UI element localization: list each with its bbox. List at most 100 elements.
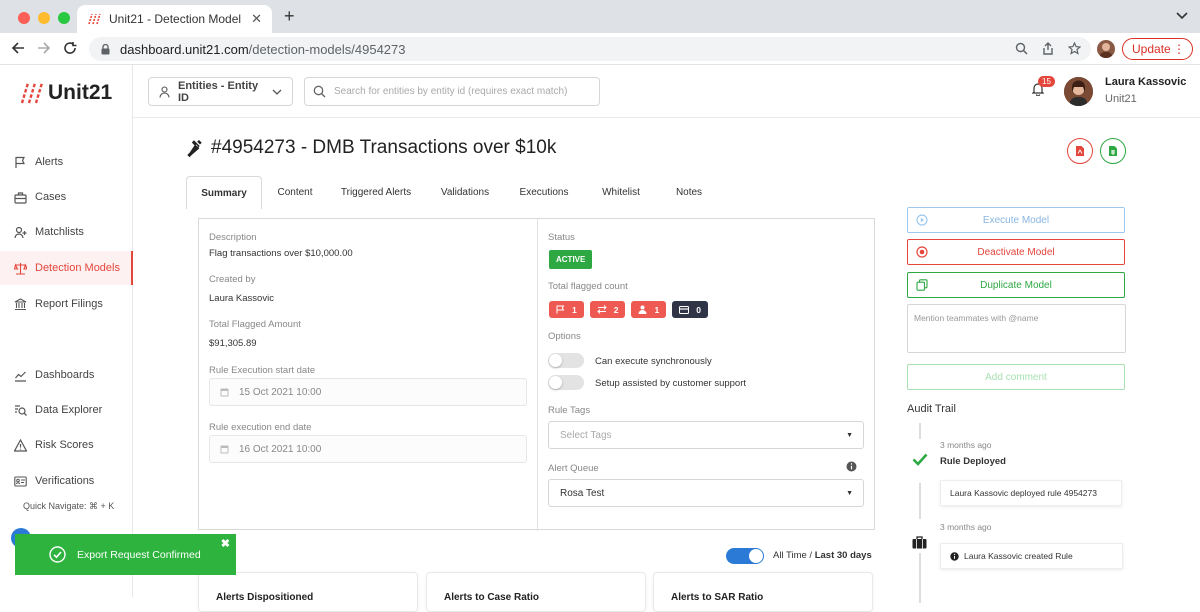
entity-type-dropdown[interactable]: Entities - Entity ID bbox=[148, 77, 293, 106]
close-icon[interactable]: ✖ bbox=[221, 537, 230, 550]
description-value: Flag transactions over $10,000.00 bbox=[209, 248, 353, 259]
audit-entry-event: Rule Deployed bbox=[940, 456, 1006, 467]
deactivate-model-button[interactable]: Deactivate Model bbox=[907, 239, 1125, 265]
execute-model-button[interactable]: Execute Model bbox=[907, 207, 1125, 233]
tab-notes[interactable]: Notes bbox=[661, 176, 717, 209]
entity-search[interactable] bbox=[304, 77, 600, 106]
start-date-label: Rule Execution start date bbox=[209, 365, 316, 376]
address-bar[interactable]: dashboard.unit21.com/detection-models/49… bbox=[89, 37, 1091, 61]
flagged-alerts-count: 1 bbox=[572, 304, 577, 315]
stat-card-alerts-dispositioned: Alerts Dispositioned bbox=[198, 572, 418, 612]
tab-content[interactable]: Content bbox=[265, 176, 325, 209]
total-flagged-amount-value: $91,305.89 bbox=[209, 338, 257, 349]
tab-whitelist[interactable]: Whitelist bbox=[587, 176, 655, 209]
audit-entry-time: 3 months ago bbox=[940, 440, 992, 450]
time-range-last: Last 30 days bbox=[814, 550, 872, 561]
time-range-toggle[interactable] bbox=[726, 548, 764, 564]
flagged-transactions-badge[interactable]: 2 bbox=[589, 301, 626, 318]
unit21-logo[interactable]: Unit21 bbox=[20, 81, 112, 105]
sidebar-item-report-filings[interactable]: Report Filings bbox=[0, 287, 133, 321]
end-date-value: 16 Oct 2021 10:00 bbox=[239, 443, 322, 455]
flagged-instruments-badge[interactable]: 0 bbox=[672, 301, 708, 318]
tab-validations[interactable]: Validations bbox=[429, 176, 501, 209]
browser-tab[interactable]: Unit21 - Detection Model ✕ bbox=[77, 5, 272, 33]
zoom-icon[interactable] bbox=[1015, 42, 1028, 55]
total-flagged-amount-label: Total Flagged Amount bbox=[209, 319, 301, 330]
entity-search-input[interactable] bbox=[334, 86, 594, 97]
sidebar-item-alerts[interactable]: Alerts bbox=[0, 145, 133, 179]
copy-icon bbox=[916, 279, 928, 291]
browser-tab-title: Unit21 - Detection Model bbox=[109, 12, 242, 26]
comment-box[interactable] bbox=[907, 304, 1126, 353]
sidebar-item-data-explorer[interactable]: Data Explorer bbox=[0, 393, 133, 427]
sidebar-item-dashboards[interactable]: Dashboards bbox=[0, 358, 133, 392]
start-date-field[interactable]: 15 Oct 2021 10:00 bbox=[209, 378, 527, 406]
unit21-logo-icon bbox=[20, 82, 44, 104]
back-arrow-icon[interactable] bbox=[11, 41, 25, 55]
audit-entry-detail: Laura Kassovic created Rule bbox=[964, 551, 1073, 561]
info-icon[interactable] bbox=[846, 461, 857, 472]
sidebar-item-cases[interactable]: Cases bbox=[0, 180, 133, 214]
minimize-window-button[interactable] bbox=[38, 12, 50, 24]
sidebar-item-matchlists[interactable]: Matchlists bbox=[0, 215, 133, 249]
end-date-field[interactable]: 16 Oct 2021 10:00 bbox=[209, 435, 527, 463]
bookmark-star-icon[interactable] bbox=[1068, 42, 1081, 55]
alert-queue-label: Alert Queue bbox=[548, 463, 599, 474]
alert-queue-select[interactable]: Rosa Test ▼ bbox=[548, 479, 864, 507]
tab-executions[interactable]: Executions bbox=[510, 176, 578, 209]
chevron-down-icon[interactable] bbox=[1176, 12, 1188, 20]
chart-line-icon bbox=[14, 369, 27, 382]
info-icon bbox=[950, 551, 959, 561]
forward-arrow-icon[interactable] bbox=[37, 41, 51, 55]
execute-model-label: Execute Model bbox=[982, 214, 1050, 226]
sidebar-item-label: Alerts bbox=[35, 156, 64, 168]
user-avatar[interactable] bbox=[1064, 77, 1093, 106]
customer-support-toggle[interactable] bbox=[548, 375, 584, 390]
flagged-alerts-badge[interactable]: 1 bbox=[549, 301, 584, 318]
maximize-window-button[interactable] bbox=[58, 12, 70, 24]
user-icon bbox=[159, 85, 170, 98]
export-csv-button[interactable] bbox=[1100, 138, 1126, 164]
flagged-entities-count: 1 bbox=[654, 304, 660, 315]
notification-count-badge: 15 bbox=[1038, 76, 1055, 87]
audit-entry-card: Laura Kassovic created Rule bbox=[940, 543, 1123, 569]
calendar-icon bbox=[220, 444, 229, 454]
flagged-count-badges: 1 2 1 0 bbox=[549, 301, 708, 318]
customer-support-label: Setup assisted by customer support bbox=[595, 378, 747, 389]
add-comment-button[interactable]: Add comment bbox=[907, 364, 1125, 390]
status-badge: ACTIVE bbox=[549, 250, 593, 269]
logo-text: Unit21 bbox=[48, 81, 113, 104]
search-list-icon bbox=[14, 404, 27, 417]
briefcase-icon bbox=[912, 536, 927, 549]
close-tab-icon[interactable]: ✕ bbox=[251, 11, 262, 27]
flag-icon bbox=[14, 156, 27, 169]
sidebar-item-verifications[interactable]: Verifications bbox=[0, 464, 133, 498]
tab-triggered-alerts[interactable]: Triggered Alerts bbox=[333, 176, 419, 209]
browser-update-button[interactable]: Update ⋮ bbox=[1122, 38, 1193, 60]
mention-input[interactable] bbox=[914, 313, 1119, 345]
sidebar-item-risk-scores[interactable]: Risk Scores bbox=[0, 428, 133, 462]
sidebar-item-label: Dashboards bbox=[35, 369, 95, 381]
close-window-button[interactable] bbox=[18, 12, 30, 24]
rule-tags-select[interactable]: Select Tags ▼ bbox=[548, 421, 864, 449]
sidebar-item-label: Cases bbox=[35, 191, 67, 203]
top-bar: Entities - Entity ID 15 Laura Kassovic U… bbox=[133, 65, 1200, 118]
reload-icon[interactable] bbox=[63, 41, 77, 55]
user-icon bbox=[638, 305, 647, 314]
main-content: Entities - Entity ID 15 Laura Kassovic U… bbox=[133, 65, 1200, 612]
flag-icon bbox=[556, 305, 565, 314]
flagged-entities-badge[interactable]: 1 bbox=[631, 301, 667, 318]
sidebar-item-detection-models[interactable]: Detection Models bbox=[0, 251, 133, 285]
share-icon[interactable] bbox=[1042, 42, 1054, 55]
duplicate-model-button[interactable]: Duplicate Model bbox=[907, 272, 1125, 298]
page-title: #4954273 - DMB Transactions over $10k bbox=[187, 137, 556, 159]
caret-down-icon: ▼ bbox=[846, 431, 853, 439]
export-pdf-button[interactable] bbox=[1067, 138, 1093, 164]
detection-model-tabs: Summary Content Triggered Alerts Validat… bbox=[186, 176, 902, 209]
checkmark-icon bbox=[912, 453, 928, 466]
audit-trail-title: Audit Trail bbox=[907, 403, 956, 415]
tab-summary[interactable]: Summary bbox=[186, 176, 262, 209]
browser-profile-avatar[interactable] bbox=[1097, 40, 1115, 58]
sync-execution-toggle[interactable] bbox=[548, 353, 584, 368]
new-tab-icon[interactable]: + bbox=[284, 6, 295, 27]
